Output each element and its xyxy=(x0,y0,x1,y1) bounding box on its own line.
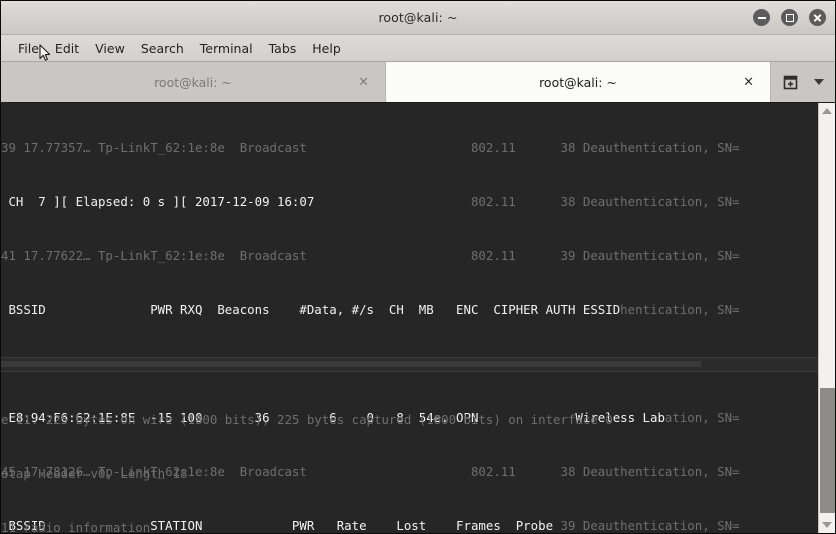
packet-row: 40 17.77498… Tp-LinkT_62:1e:8e Broadcast… xyxy=(1,194,740,209)
packet-row: 41 17.77622… Tp-LinkT_62:1e:8e Broadcast… xyxy=(1,248,740,263)
tab-close-icon[interactable]: × xyxy=(358,76,369,89)
detail-row: e 11: 225 bytes on wire (1800 bits), 225… xyxy=(1,412,613,427)
menu-item-edit[interactable]: Edit xyxy=(47,39,87,58)
window-controls xyxy=(753,1,826,34)
tab-bar: root@kali: ~ × root@kali: ~ × xyxy=(1,62,835,103)
horizontal-scrollbar-thumb[interactable] xyxy=(1,361,701,367)
terminal-window: root@kali: ~ File Edit View Search Termi… xyxy=(0,0,836,534)
menu-bar: File Edit View Search Terminal Tabs Help xyxy=(1,35,835,62)
chevron-down-icon[interactable] xyxy=(813,79,824,85)
close-icon[interactable] xyxy=(809,9,826,26)
packet-row: 42 17.77744… Tp-LinkT_62:1e:8e Broadcast… xyxy=(1,302,740,317)
title-bar: root@kali: ~ xyxy=(1,1,835,35)
new-tab-icon[interactable] xyxy=(782,74,799,91)
menu-item-terminal[interactable]: Terminal xyxy=(192,39,261,58)
menu-item-file[interactable]: File xyxy=(10,39,47,58)
tab-bar-tools xyxy=(771,62,835,102)
tab-terminal-2[interactable]: root@kali: ~ × xyxy=(385,62,771,102)
menu-item-search[interactable]: Search xyxy=(133,39,192,58)
packet-row: 39 17.77357… Tp-LinkT_62:1e:8e Broadcast… xyxy=(1,140,740,155)
tab-label: root@kali: ~ xyxy=(154,74,232,90)
scroll-down-icon[interactable] xyxy=(822,522,832,528)
terminal-content[interactable]: 39 17.77357… Tp-LinkT_62:1e:8e Broadcast… xyxy=(1,103,835,533)
vertical-scrollbar-thumb[interactable] xyxy=(820,388,835,513)
packet-detail-pane[interactable]: e 11: 225 bytes on wire (1800 bits), 225… xyxy=(1,375,820,533)
window-title: root@kali: ~ xyxy=(378,10,458,25)
maximize-icon[interactable] xyxy=(781,9,798,26)
minimize-icon[interactable] xyxy=(753,9,770,26)
tab-terminal-1[interactable]: root@kali: ~ × xyxy=(1,62,385,102)
menu-item-help[interactable]: Help xyxy=(304,39,349,58)
scroll-up-icon[interactable] xyxy=(822,108,832,114)
tab-close-icon[interactable]: × xyxy=(743,76,754,89)
vertical-scrollbar[interactable] xyxy=(818,103,835,533)
tab-label: root@kali: ~ xyxy=(539,74,617,90)
detail-row: otap Header v0, Length 18 xyxy=(1,466,188,481)
menu-item-view[interactable]: View xyxy=(87,39,133,58)
menu-item-tabs[interactable]: Tabs xyxy=(261,39,305,58)
pane-separator-line-top xyxy=(1,357,820,358)
pane-separator-line-bottom xyxy=(1,371,820,372)
detail-row: 11 radio information xyxy=(1,520,151,533)
